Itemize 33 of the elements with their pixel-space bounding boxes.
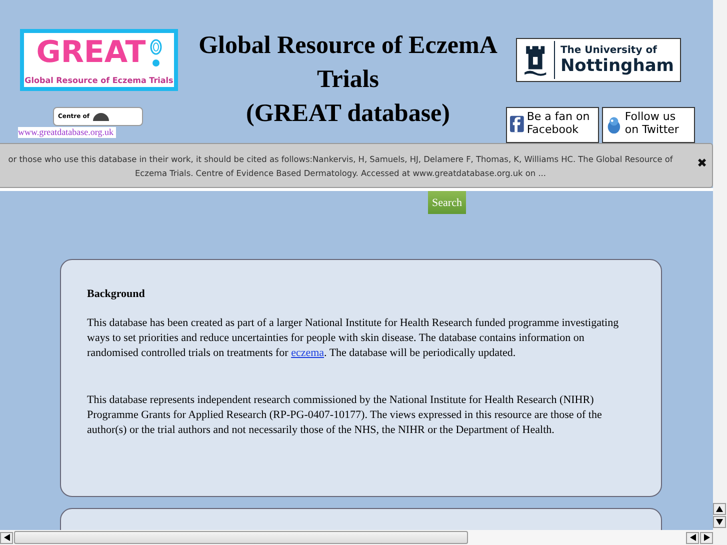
scroll-left-button[interactable]	[0, 532, 13, 544]
down-arrow-icon	[716, 519, 723, 525]
close-button[interactable]: ✖	[697, 156, 707, 170]
scroll-up-button[interactable]	[713, 503, 726, 515]
right-arrow-icon	[704, 534, 710, 541]
scroll-down-button[interactable]	[713, 516, 726, 528]
great-logo[interactable]: GREAT Global Resource of Eczema Trials	[20, 29, 178, 91]
scrollbar-corner	[713, 530, 727, 545]
social-link[interactable]: Follow us on Twitter	[602, 107, 695, 143]
university-logo[interactable]: The University of Nottingham	[516, 38, 681, 82]
up-arrow-icon	[716, 506, 723, 512]
vertical-scrollbar[interactable]	[713, 0, 727, 530]
site-title: Global Resource of EczemA	[198, 31, 498, 61]
social-link[interactable]: Be a fan on Facebook	[506, 107, 599, 143]
left-arrow-icon	[690, 534, 696, 541]
left-arrow-icon	[4, 534, 10, 541]
paragraph: This database represents independent research commissioned by the National Institute for Health Research (NIHR) Programme Grants for Applied Research (RP-PG-0407-10177). The views expressed in this resource are those of the author(s) or the trial authors and not necessarily those of the NHS, the NIHR or the Department of Health.	[87, 393, 603, 438]
scroll-right-button[interactable]	[700, 532, 713, 544]
site-title: (GREAT database)	[246, 99, 450, 129]
logo-subtitle: Global Resource of Eczema Trials	[24, 76, 174, 84]
site-url: www.greatdatabase.org.uk	[18, 127, 116, 138]
scroll-thumb[interactable]	[14, 531, 468, 544]
paragraph: This database has been created as part of a larger National Institute for Health Research funded programme investigating ways to set priorities and reduce uncertainties for people with skin disease. The database contains information on randomised controlled trials on treatments for eczema. The database will be periodically updated.	[87, 316, 620, 361]
university-name: Nottingham	[560, 56, 674, 76]
citation-text: or those who use this database in their work, it should be cited as follows:Nankervis, H, Samuels, HJ, Delamere F, Thomas, K, Williams HC. The Global Resource of Eczema Trials. Centre of Evidence Based Dermatology. Accessed at www.greatdatabase.org.uk on ...	[7, 152, 674, 180]
scroll-left-button[interactable]	[686, 532, 699, 544]
site-title: Trials	[316, 65, 380, 95]
university-name-line: The University of	[560, 44, 658, 56]
logo-title: GREAT	[36, 36, 162, 70]
horizontal-scrollbar[interactable]	[0, 530, 713, 545]
fingerprint-icon	[150, 38, 162, 66]
eczema-link[interactable]: eczema	[291, 347, 324, 359]
card-heading: Background	[87, 288, 146, 300]
